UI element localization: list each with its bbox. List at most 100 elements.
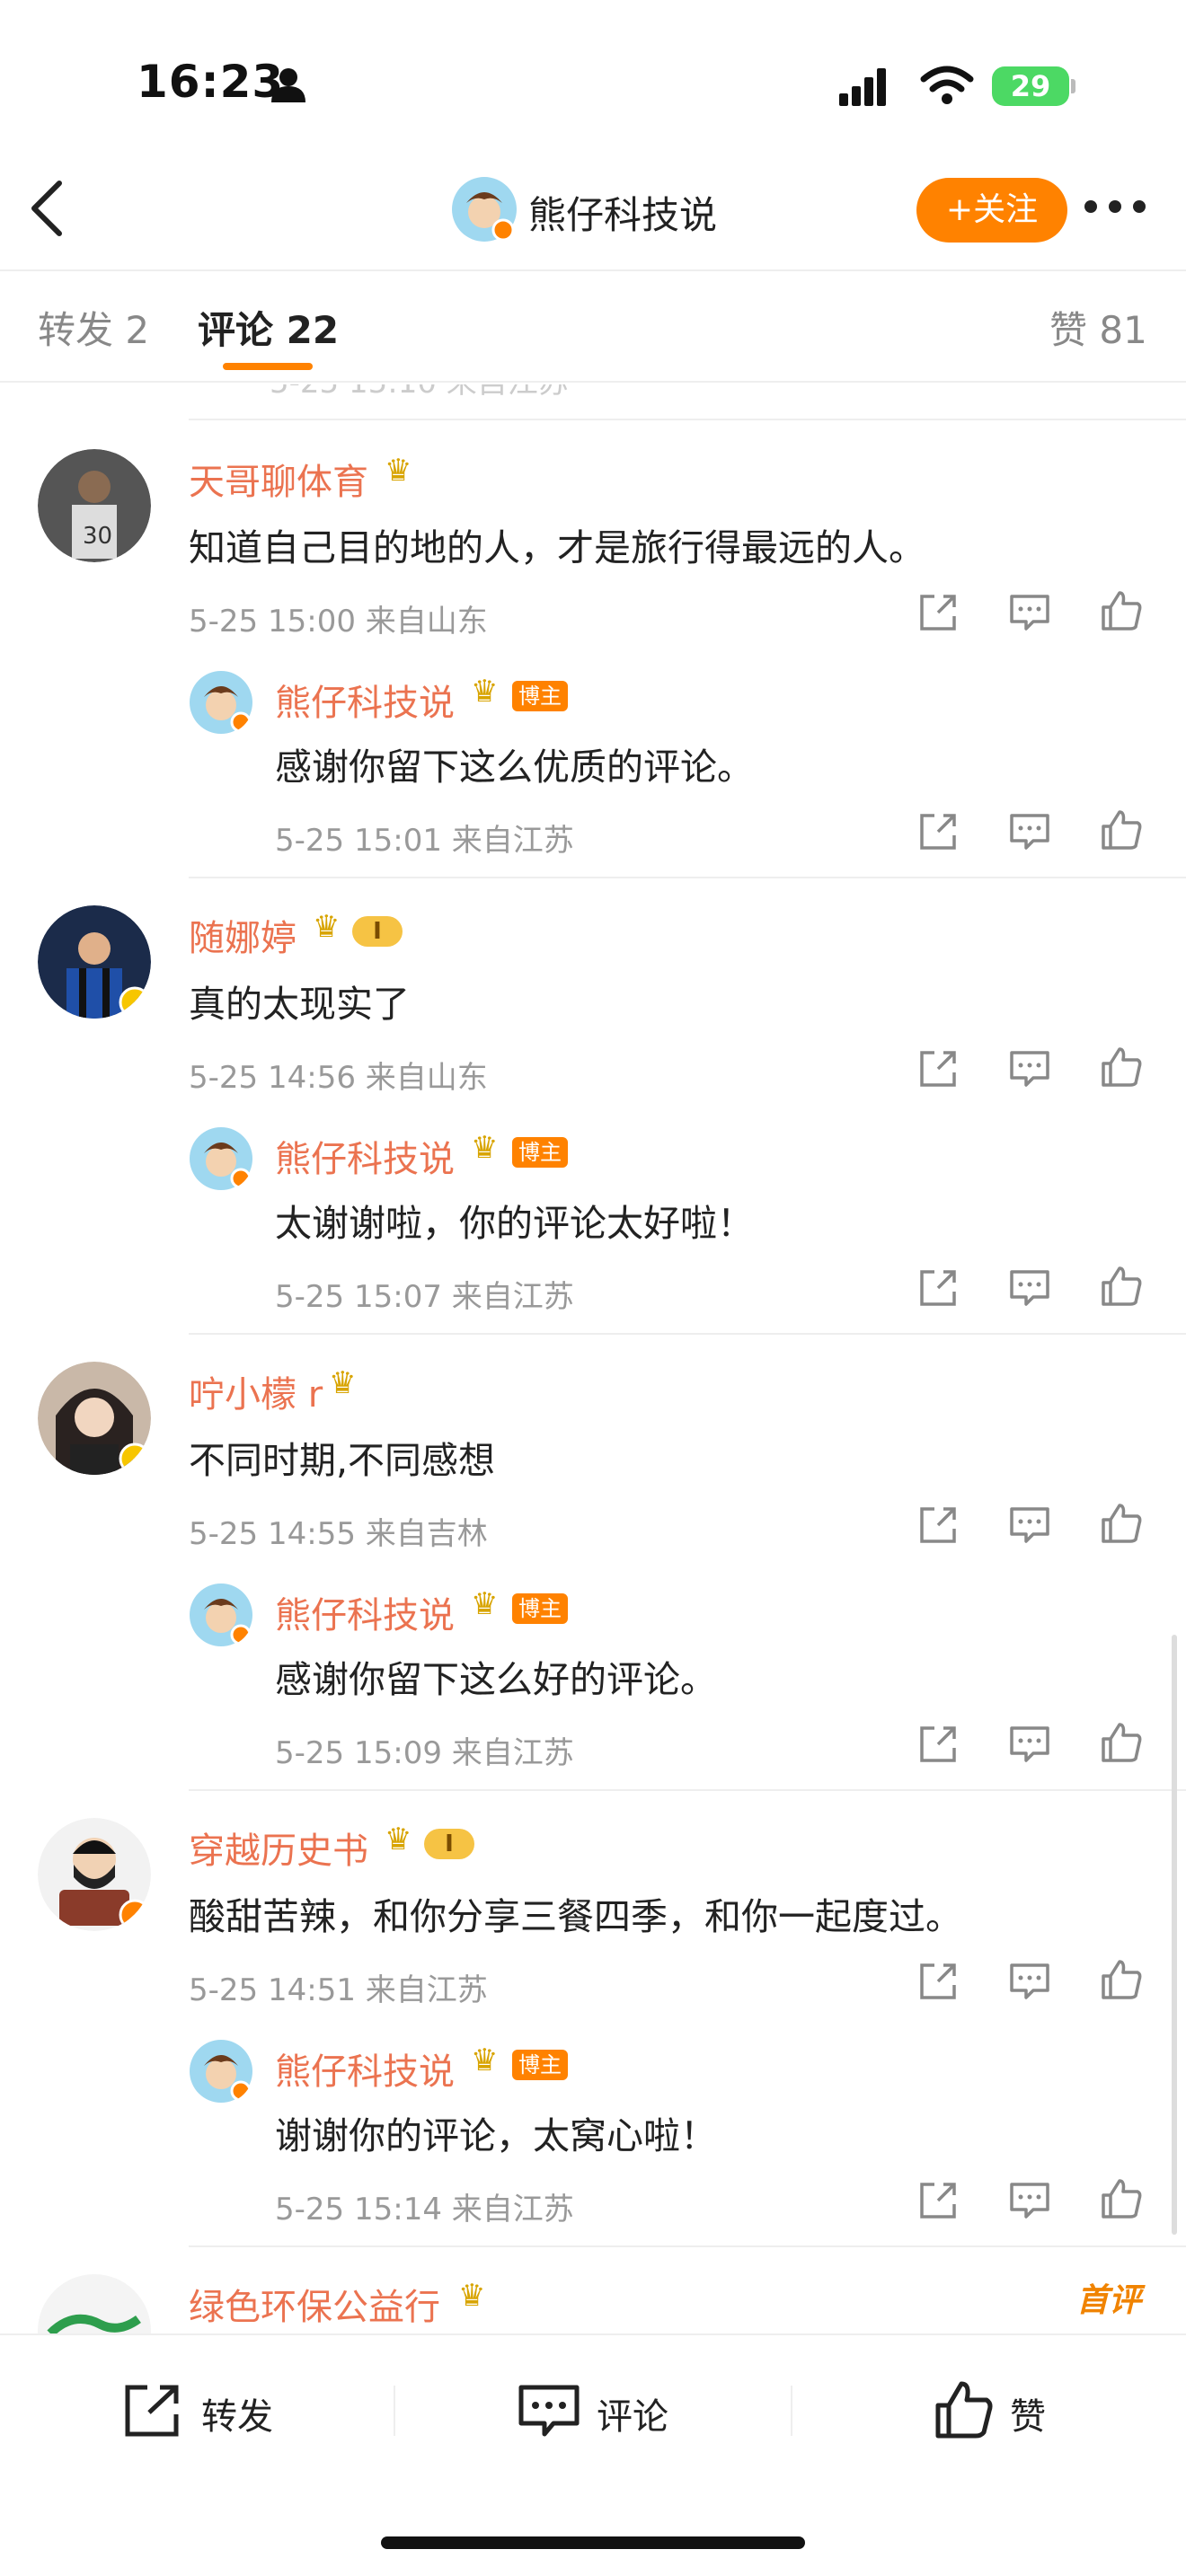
person-icon [271, 68, 305, 102]
status-time: 16:23 [137, 56, 285, 108]
reply-icon[interactable] [1006, 1045, 1053, 1092]
vip-crown-icon: ♛ [471, 1130, 499, 1166]
reply-icon[interactable] [1006, 1721, 1053, 1768]
bottom-bar-separator [394, 2386, 395, 2436]
blogger-badge: 博主 [512, 1137, 568, 1168]
like-icon[interactable] [1098, 1263, 1145, 1310]
scrollbar[interactable] [1172, 1635, 1177, 2235]
blogger-avatar-icon[interactable] [189, 670, 253, 735]
comment-text: 不同时期,不同感想 [189, 1439, 496, 1482]
comment-divider [189, 1333, 1186, 1335]
reply-meta: 5-25 15:09 来自江苏 [275, 1735, 574, 1771]
vip-crown-icon: ♛ [385, 453, 412, 489]
blogger-badge: 博主 [512, 1593, 568, 1624]
rank-badge: I [424, 1829, 474, 1859]
comment-text: 真的太现实了 [189, 983, 410, 1026]
tab-comment[interactable]: 评论 22 [198, 300, 339, 355]
reply-text: 感谢你留下这么优质的评论。 [275, 745, 754, 789]
bottom-like-label[interactable]: 赞 [1010, 2387, 1046, 2439]
vip-crown-icon: ♛ [471, 1586, 499, 1622]
blogger-avatar-icon[interactable] [189, 1126, 253, 1191]
comment-username[interactable]: 咛小檬 r [189, 1365, 323, 1417]
nav-title: 熊仔科技说 [528, 193, 718, 237]
blogger-avatar-icon[interactable] [451, 176, 518, 243]
comment-divider [189, 877, 1186, 878]
back-arrow-icon[interactable] [27, 180, 66, 237]
bottom-forward-label[interactable]: 转发 [201, 2387, 273, 2439]
blogger-avatar-icon[interactable] [189, 1583, 253, 1647]
forward-icon[interactable] [122, 2382, 183, 2439]
like-icon[interactable] [1098, 1044, 1145, 1090]
comment-divider [189, 1789, 1186, 1791]
comment-meta: 5-25 14:56 来自山东 [189, 1060, 488, 1096]
first-comment-tag: 首评 [1076, 2282, 1142, 2319]
home-indicator[interactable] [381, 2536, 805, 2549]
blogger-avatar-icon[interactable] [189, 2039, 253, 2104]
wifi-icon [920, 66, 974, 104]
share-icon[interactable] [915, 1721, 961, 1768]
bottom-comment-label[interactable]: 评论 [597, 2387, 668, 2439]
share-icon[interactable] [915, 589, 961, 636]
share-icon[interactable] [915, 1265, 961, 1311]
battery-tip [1071, 79, 1075, 93]
reply-text: 太谢谢啦，你的评论太好啦！ [275, 1202, 754, 1245]
reply-meta: 5-25 15:07 来自江苏 [275, 1279, 574, 1315]
share-icon[interactable] [915, 1045, 961, 1092]
reply-meta: 5-25 15:14 来自江苏 [275, 2192, 574, 2228]
share-icon[interactable] [915, 1502, 961, 1548]
comment-username[interactable]: 绿色环保公益行 [189, 2278, 440, 2330]
follow-button[interactable]: +关注 [916, 178, 1067, 243]
vip-crown-icon: ♛ [313, 909, 341, 945]
avatar[interactable] [38, 1818, 151, 1931]
reply-icon[interactable] [1006, 589, 1053, 636]
reply-username[interactable]: 熊仔科技说 [275, 674, 455, 726]
blogger-badge: 博主 [512, 681, 568, 711]
avatar[interactable]: 30 [38, 449, 151, 562]
comment-username[interactable]: 随娜婷 [189, 909, 296, 961]
share-icon[interactable] [915, 808, 961, 855]
reply-icon[interactable] [1006, 2177, 1053, 2224]
comment-username[interactable]: 天哥聊体育 [189, 453, 368, 505]
like-icon[interactable] [1098, 2175, 1145, 2222]
reply-meta: 5-25 15:01 来自江苏 [275, 823, 574, 859]
reply-username[interactable]: 熊仔科技说 [275, 1130, 455, 1182]
blogger-badge: 博主 [512, 2050, 568, 2080]
reply-text: 感谢你留下这么好的评论。 [275, 1658, 717, 1701]
reply-icon[interactable] [1006, 1265, 1053, 1311]
like-icon[interactable] [1098, 1956, 1145, 2003]
comment-meta: 5-25 14:55 来自吉林 [189, 1516, 488, 1552]
reply-username[interactable]: 熊仔科技说 [275, 2042, 455, 2095]
comment-icon[interactable] [518, 2382, 580, 2439]
comment-meta: 5-25 15:00 来自山东 [189, 604, 488, 640]
like-icon[interactable] [1098, 1500, 1145, 1547]
tab-forward[interactable]: 转发 2 [38, 300, 149, 355]
bottom-bar-separator [791, 2386, 792, 2436]
like-icon[interactable] [1098, 807, 1145, 853]
reply-icon[interactable] [1006, 808, 1053, 855]
comment-divider [189, 419, 1186, 420]
like-thumb-icon[interactable] [933, 2378, 996, 2441]
nav-divider [0, 269, 1186, 271]
avatar[interactable] [38, 2274, 151, 2333]
share-icon[interactable] [915, 2177, 961, 2224]
vip-crown-icon: ♛ [458, 2278, 486, 2314]
avatar[interactable] [38, 905, 151, 1019]
tabs-divider [0, 381, 1186, 383]
comment-text: 酸甜苦辣，和你分享三餐四季，和你一起度过。 [189, 1895, 962, 1938]
avatar[interactable] [38, 1362, 151, 1475]
vip-crown-icon: ♛ [385, 1822, 412, 1857]
comment-username[interactable]: 穿越历史书 [189, 1822, 368, 1874]
share-icon[interactable] [915, 1958, 961, 2005]
comment-meta: 5-25 14:51 来自江苏 [189, 1972, 488, 2008]
more-icon[interactable] [1084, 199, 1146, 214]
like-icon[interactable] [1098, 1719, 1145, 1766]
reply-icon[interactable] [1006, 1502, 1053, 1548]
comment-divider [189, 2245, 1186, 2247]
tab-like[interactable]: 赞 81 [1049, 300, 1147, 355]
like-icon[interactable] [1098, 587, 1145, 634]
battery-indicator: 29 [992, 66, 1069, 106]
reply-icon[interactable] [1006, 1958, 1053, 2005]
vip-crown-icon: ♛ [329, 1365, 357, 1401]
rank-badge: I [352, 916, 403, 947]
reply-username[interactable]: 熊仔科技说 [275, 1586, 455, 1638]
